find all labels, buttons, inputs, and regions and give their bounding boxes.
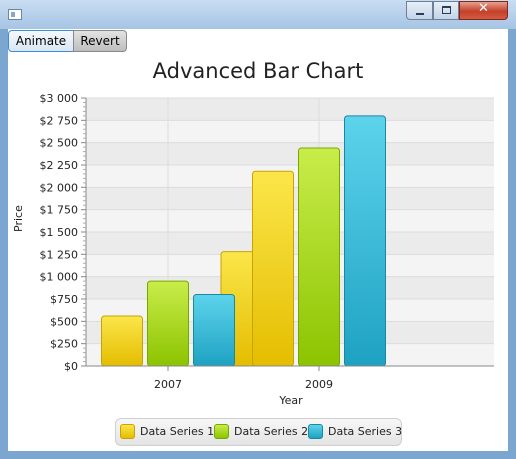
x-tick-label: 2007 (154, 378, 182, 391)
y-tick-label: $250 (50, 338, 78, 351)
legend-label: Data Series 3 (328, 425, 403, 438)
y-tick-label: $1 750 (40, 204, 79, 217)
legend-label: Data Series 2 (234, 425, 309, 438)
legend-label: Data Series 1 (140, 425, 215, 438)
y-axis-label: Price (12, 205, 25, 232)
grid-band (86, 98, 494, 121)
y-axis: $0 $250 $500 $750 $1 000 $1 250 $1 500 $1 750 $2… (40, 92, 87, 373)
y-tick-label: $2 250 (40, 159, 79, 172)
bar-data-series-2-2009 (298, 147, 340, 367)
y-tick-label: $750 (50, 293, 78, 306)
y-tick-label: $500 (50, 315, 78, 328)
grid-band (86, 142, 494, 165)
y-tick-label: $1 250 (40, 248, 79, 261)
bar-data-series-3-2009 (344, 115, 386, 367)
y-tick-label: $2 000 (40, 181, 79, 194)
bar-data-series-1-2007 (101, 315, 143, 367)
maximize-button[interactable] (433, 1, 459, 20)
minimize-icon (416, 13, 424, 15)
bar-data-series-1-2009 (252, 170, 294, 367)
title-bar[interactable]: ✕ (0, 0, 516, 29)
client-area: Animate Revert Advanced Bar Chart $0 $25… (8, 29, 508, 451)
minimize-button[interactable] (406, 1, 433, 20)
y-tick-label: $2 750 (40, 114, 79, 127)
window: ✕ Animate Revert Advanced Bar Chart $0 $… (0, 0, 516, 459)
close-button[interactable]: ✕ (459, 1, 508, 20)
bar-chart: $0 $250 $500 $750 $1 000 $1 250 $1 500 $1 750 $2… (40, 92, 494, 391)
x-axis: 2007 2009 (86, 365, 494, 391)
bar-data-series-2-2007 (147, 280, 189, 367)
close-icon: ✕ (478, 1, 489, 16)
x-axis-label: Year (279, 394, 303, 407)
legend-swatch (120, 424, 135, 439)
y-tick-label: $1 000 (40, 271, 79, 284)
y-tick-label: $1 500 (40, 226, 79, 239)
bar-data-series-3-2007 (193, 294, 235, 367)
y-tick-label: $3 000 (40, 92, 79, 105)
maximize-icon (442, 6, 451, 14)
legend-swatch (308, 424, 323, 439)
x-tick-label: 2009 (305, 378, 333, 391)
legend-swatch (214, 424, 229, 439)
app-icon (8, 9, 22, 20)
y-tick-label: $2 500 (40, 137, 79, 150)
y-tick-label: $0 (64, 360, 78, 373)
legend: Data Series 1 Data Series 2 Data Series … (115, 418, 402, 446)
